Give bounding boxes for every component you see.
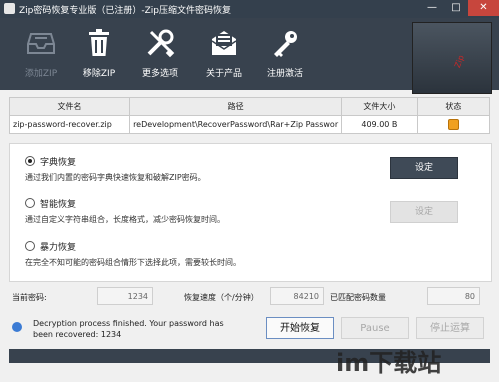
brute-force-mode-radio[interactable]: [25, 241, 35, 251]
table-row[interactable]: zip-password-recover.zip reDevelopment\R…: [8, 115, 491, 134]
dictionary-mode-desc: 通过我们内置的密码字典快速恢复和破解ZIP密码。: [25, 173, 206, 182]
watermark: im下载站: [336, 349, 442, 377]
key-icon: [274, 31, 297, 57]
matched-count-field: 80: [427, 287, 480, 305]
toolbar: 添加ZIP 移除ZIP 更多选项 关于产品 注册激活 Zip: [0, 18, 499, 94]
register-activate-label: 注册激活: [266, 69, 303, 79]
matched-count-label: 已匹配密码数量: [330, 293, 386, 302]
smart-settings-button[interactable]: 设定: [390, 201, 458, 223]
inbox-icon: [27, 33, 55, 54]
file-table-header: 文件名 路径 文件大小 状态: [8, 97, 491, 116]
column-header-status[interactable]: 状态: [416, 97, 491, 116]
brute-force-mode-name: 暴力恢复: [40, 243, 77, 253]
file-name-cell[interactable]: zip-password-recover.zip: [8, 115, 131, 134]
title-bar: Zip密码恢复专业版（已注册）-Zip压缩文件密码恢复 — □ ✕: [0, 0, 499, 18]
smart-mode-radio[interactable]: [25, 198, 35, 208]
brute-force-mode-desc: 在完全不知可能的密码组合情形下选择此项，需要较长时间。: [25, 258, 241, 267]
start-recovery-button[interactable]: 开始恢复: [266, 317, 334, 339]
column-header-size[interactable]: 文件大小: [341, 97, 418, 116]
current-password-label: 当前密码:: [12, 293, 47, 302]
recovery-speed-field: 84210: [270, 287, 324, 305]
about-product-button[interactable]: 关于产品: [195, 22, 253, 82]
envelope-icon: [211, 31, 237, 55]
window-title: Zip密码恢复专业版（已注册）-Zip压缩文件密码恢复: [19, 6, 232, 16]
product-box-text: Zip: [452, 53, 466, 70]
file-path-cell[interactable]: reDevelopment\RecoverPassword\Rar+Zip Pa…: [129, 115, 343, 134]
tools-icon: [147, 29, 175, 58]
close-button[interactable]: ✕: [468, 0, 499, 16]
add-zip-button[interactable]: 添加ZIP: [12, 22, 70, 82]
app-window: Zip密码恢复专业版（已注册）-Zip压缩文件密码恢复 — □ ✕ 添加ZIP …: [0, 0, 499, 382]
status-message: Decryption process finished. Your passwo…: [33, 319, 224, 339]
column-header-path[interactable]: 路径: [129, 97, 343, 116]
pause-button[interactable]: Pause: [341, 317, 409, 339]
remove-zip-button[interactable]: 移除ZIP: [70, 22, 128, 82]
dictionary-mode-radio[interactable]: [25, 156, 35, 166]
smart-mode-name: 智能恢复: [40, 200, 77, 210]
column-header-name[interactable]: 文件名: [8, 97, 131, 116]
more-options-label: 更多选项: [141, 69, 178, 79]
recovery-speed-label: 恢复速度（个/分钟）: [184, 293, 259, 302]
file-table: 文件名 路径 文件大小 状态 zip-password-recover.zip …: [8, 97, 491, 134]
maximize-button[interactable]: □: [444, 0, 468, 16]
recovery-mode-panel: 字典恢复 通过我们内置的密码字典快速恢复和破解ZIP密码。 设定 智能恢复 通过…: [9, 143, 492, 282]
app-icon: [4, 3, 15, 14]
stop-button[interactable]: 停止运算: [416, 317, 484, 339]
current-password-field: 1234: [97, 287, 153, 305]
lock-icon: [447, 119, 459, 130]
info-icon: [12, 322, 22, 332]
remove-zip-label: 移除ZIP: [82, 69, 116, 79]
add-zip-label: 添加ZIP: [24, 69, 58, 79]
file-size-cell[interactable]: 409.00 B: [341, 115, 418, 134]
trash-icon: [89, 29, 109, 56]
product-box-image: Zip: [412, 22, 492, 94]
file-status-cell[interactable]: [416, 115, 491, 134]
more-options-button[interactable]: 更多选项: [131, 22, 189, 82]
about-product-label: 关于产品: [205, 69, 242, 79]
dictionary-settings-button[interactable]: 设定: [390, 157, 458, 179]
dictionary-mode-name: 字典恢复: [40, 158, 77, 168]
register-activate-button[interactable]: 注册激活: [256, 22, 314, 82]
smart-mode-desc: 通过自定义字符串组合，长度格式，减少密码恢复时间。: [25, 215, 225, 224]
minimize-button[interactable]: —: [420, 0, 444, 16]
